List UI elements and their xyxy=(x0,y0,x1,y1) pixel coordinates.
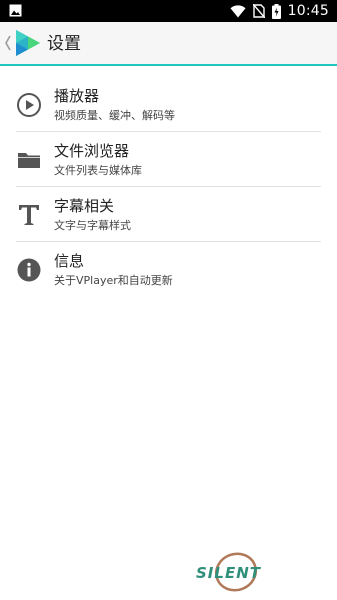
info-icon xyxy=(17,258,41,282)
watermark: SILENT xyxy=(196,546,280,600)
folder-icon xyxy=(18,153,40,168)
status-time: 10:45 xyxy=(287,3,329,19)
settings-item-title: 播放器 xyxy=(54,87,100,105)
wifi-icon xyxy=(230,4,246,17)
status-bar: 10:45 xyxy=(0,0,337,22)
settings-item-title: 字幕相关 xyxy=(54,197,115,215)
settings-item-file-browser[interactable]: 文件浏览器 文件列表与媒体库 xyxy=(0,132,337,187)
settings-item-subtitle: 关于VPlayer和自动更新 xyxy=(54,274,173,287)
image-notification-icon xyxy=(9,4,22,17)
page-title: 设置 xyxy=(47,34,81,54)
settings-item-subtitle: 文字与字幕样式 xyxy=(54,219,131,232)
settings-item-subtitles[interactable]: 字幕相关 文字与字幕样式 xyxy=(0,187,337,242)
watermark-text: SILENT xyxy=(196,564,261,582)
settings-item-info[interactable]: 信息 关于VPlayer和自动更新 xyxy=(0,242,337,297)
settings-item-title: 信息 xyxy=(54,252,85,270)
toolbar: 设置 xyxy=(0,22,337,66)
battery-charging-icon xyxy=(271,3,281,19)
app-logo-icon[interactable] xyxy=(12,28,42,58)
settings-item-player[interactable]: 播放器 视频质量、缓冲、解码等 xyxy=(0,77,337,132)
settings-list: 播放器 视频质量、缓冲、解码等 文件浏览器 文件列表与媒体库 字幕相关 文字与字… xyxy=(0,77,337,297)
settings-item-subtitle: 文件列表与媒体库 xyxy=(54,164,142,177)
back-chevron-icon[interactable] xyxy=(4,34,12,52)
play-circle-icon xyxy=(17,93,41,117)
no-sim-icon xyxy=(252,4,265,18)
text-format-icon xyxy=(19,205,39,225)
status-icons: 10:45 xyxy=(230,0,329,22)
settings-item-subtitle: 视频质量、缓冲、解码等 xyxy=(54,109,175,122)
settings-item-title: 文件浏览器 xyxy=(54,142,130,160)
